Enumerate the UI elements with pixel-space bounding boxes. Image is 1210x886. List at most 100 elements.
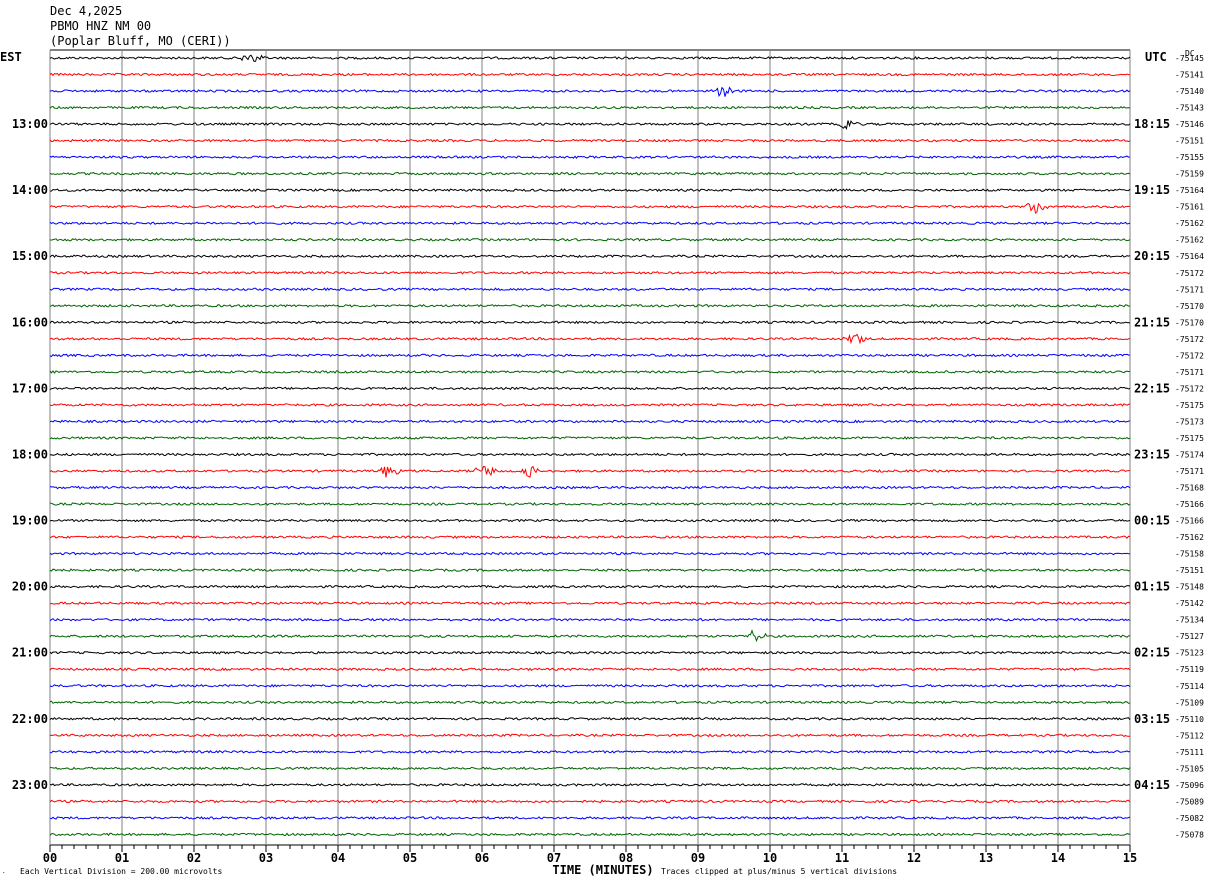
- x-tick-label: 03: [259, 851, 273, 865]
- left-timezone-label: EST: [0, 50, 22, 64]
- seismic-trace: [49, 419, 1131, 424]
- x-tick-label: 11: [835, 851, 849, 865]
- dc-offset-label: -75114: [1175, 682, 1204, 691]
- dc-offset-label: -75105: [1175, 764, 1204, 773]
- dc-offset-label: -75171: [1175, 285, 1204, 294]
- dc-offset-label: -75172: [1175, 335, 1204, 344]
- seismic-trace: [49, 436, 1131, 440]
- dc-offset-label: -75111: [1175, 748, 1204, 757]
- dc-offset-label: -75166: [1175, 500, 1204, 509]
- dc-offset-label: -75110: [1175, 715, 1204, 724]
- seismic-trace: [49, 700, 1131, 705]
- x-tick-label: 06: [475, 851, 489, 865]
- seismic-trace: [49, 601, 1131, 606]
- seismic-trace: [49, 502, 1131, 506]
- seismic-trace: [49, 320, 1131, 325]
- x-tick-label: 12: [907, 851, 921, 865]
- x-tick-label: 04: [331, 851, 345, 865]
- x-tick-label: 15: [1123, 851, 1137, 865]
- seismic-trace: [49, 465, 1131, 478]
- right-hour-label: 20:15: [1134, 249, 1170, 263]
- dc-offset-label: -75151: [1175, 566, 1204, 575]
- seismic-trace: [49, 629, 1131, 643]
- grid: [49, 49, 1131, 852]
- seismic-trace: [49, 287, 1131, 292]
- right-timezone-label: UTC: [1145, 50, 1167, 64]
- seismic-trace: [49, 568, 1131, 573]
- dc-offset-label: -75172: [1175, 351, 1204, 360]
- seismic-trace: [49, 485, 1131, 490]
- dc-offset-label: -75171: [1175, 368, 1204, 377]
- dc-offset-label: -75155: [1175, 153, 1204, 162]
- left-hour-label: 20:00: [12, 580, 48, 594]
- left-hour-label: 15:00: [12, 249, 48, 263]
- seismic-trace: [49, 551, 1131, 556]
- seismic-trace: [49, 799, 1131, 804]
- x-axis-label: TIME (MINUTES): [552, 863, 653, 877]
- dc-offset-label: -75166: [1175, 517, 1204, 526]
- dc-offset-label: -75162: [1175, 236, 1204, 245]
- left-hour-label: 21:00: [12, 646, 48, 660]
- right-hour-label: 19:15: [1134, 183, 1170, 197]
- dc-offset-label: -75123: [1175, 649, 1204, 658]
- dc-offset-label: -75161: [1175, 203, 1204, 212]
- x-tick-label: 09: [691, 851, 705, 865]
- seismic-trace: [49, 667, 1131, 672]
- dc-offset-label: -75174: [1175, 450, 1204, 459]
- footer-mark: .: [2, 868, 6, 875]
- traces: [49, 54, 1131, 837]
- dc-offset-label: -75089: [1175, 797, 1204, 806]
- right-hour-label: 00:15: [1134, 514, 1170, 528]
- seismic-trace: [49, 155, 1131, 160]
- dc-offset-label: -75170: [1175, 318, 1204, 327]
- seismic-trace: [49, 72, 1131, 77]
- right-hour-label: 01:15: [1134, 580, 1170, 594]
- seismic-trace: [49, 303, 1131, 308]
- seismic-trace: [49, 816, 1131, 820]
- right-hour-label: 21:15: [1134, 315, 1170, 329]
- right-hour-label: 22:15: [1134, 381, 1170, 395]
- dc-offset-label: -75142: [1175, 599, 1204, 608]
- seismic-trace: [49, 120, 1131, 131]
- seismic-trace: [49, 617, 1131, 622]
- seismic-trace: [49, 369, 1131, 374]
- dc-offset-label: -75159: [1175, 170, 1204, 179]
- seismic-trace: [49, 783, 1131, 787]
- dc-offset-label: -75175: [1175, 401, 1204, 410]
- seismic-trace: [49, 254, 1131, 259]
- dc-offset-label: -75146: [1175, 120, 1204, 129]
- left-hour-label: 14:00: [12, 183, 48, 197]
- left-hour-label: 13:00: [12, 117, 48, 131]
- right-hour-label: 03:15: [1134, 712, 1170, 726]
- left-hour-label: 16:00: [12, 315, 48, 329]
- dc-offset-label: -75109: [1175, 698, 1204, 707]
- dc-offset-label: -75148: [1175, 583, 1204, 592]
- x-tick-label: 02: [187, 851, 201, 865]
- dc-offset-label: -75143: [1175, 104, 1204, 113]
- seismic-trace: [49, 202, 1131, 214]
- dc-offset-label: -75082: [1175, 814, 1204, 823]
- dc-offset-label: -75141: [1175, 71, 1204, 80]
- seismic-trace: [49, 54, 1131, 62]
- dc-offset-label: -75175: [1175, 434, 1204, 443]
- dc-offset-label: -75112: [1175, 731, 1204, 740]
- seismic-trace: [49, 716, 1131, 721]
- clip-note: Traces clipped at plus/minus 5 vertical …: [661, 867, 898, 876]
- dc-offset-label: -75078: [1175, 830, 1204, 839]
- dc-offset-label: -75162: [1175, 219, 1204, 228]
- left-hour-label: 23:00: [12, 778, 48, 792]
- seismic-trace: [49, 452, 1131, 457]
- right-hour-label: 23:15: [1134, 447, 1170, 461]
- seismic-trace: [49, 333, 1131, 345]
- seismic-trace: [49, 105, 1131, 110]
- dc-offset-label: -75172: [1175, 269, 1204, 278]
- left-hour-label: 19:00: [12, 514, 48, 528]
- x-tick-label: 13: [979, 851, 993, 865]
- seismic-trace: [49, 86, 1131, 98]
- dc-offset-label: -75096: [1175, 781, 1204, 790]
- seismic-trace: [49, 749, 1131, 754]
- dc-offset-label: -75164: [1175, 186, 1204, 195]
- seismic-trace: [49, 221, 1131, 226]
- seismic-trace: [49, 171, 1131, 176]
- left-hour-label: 17:00: [12, 381, 48, 395]
